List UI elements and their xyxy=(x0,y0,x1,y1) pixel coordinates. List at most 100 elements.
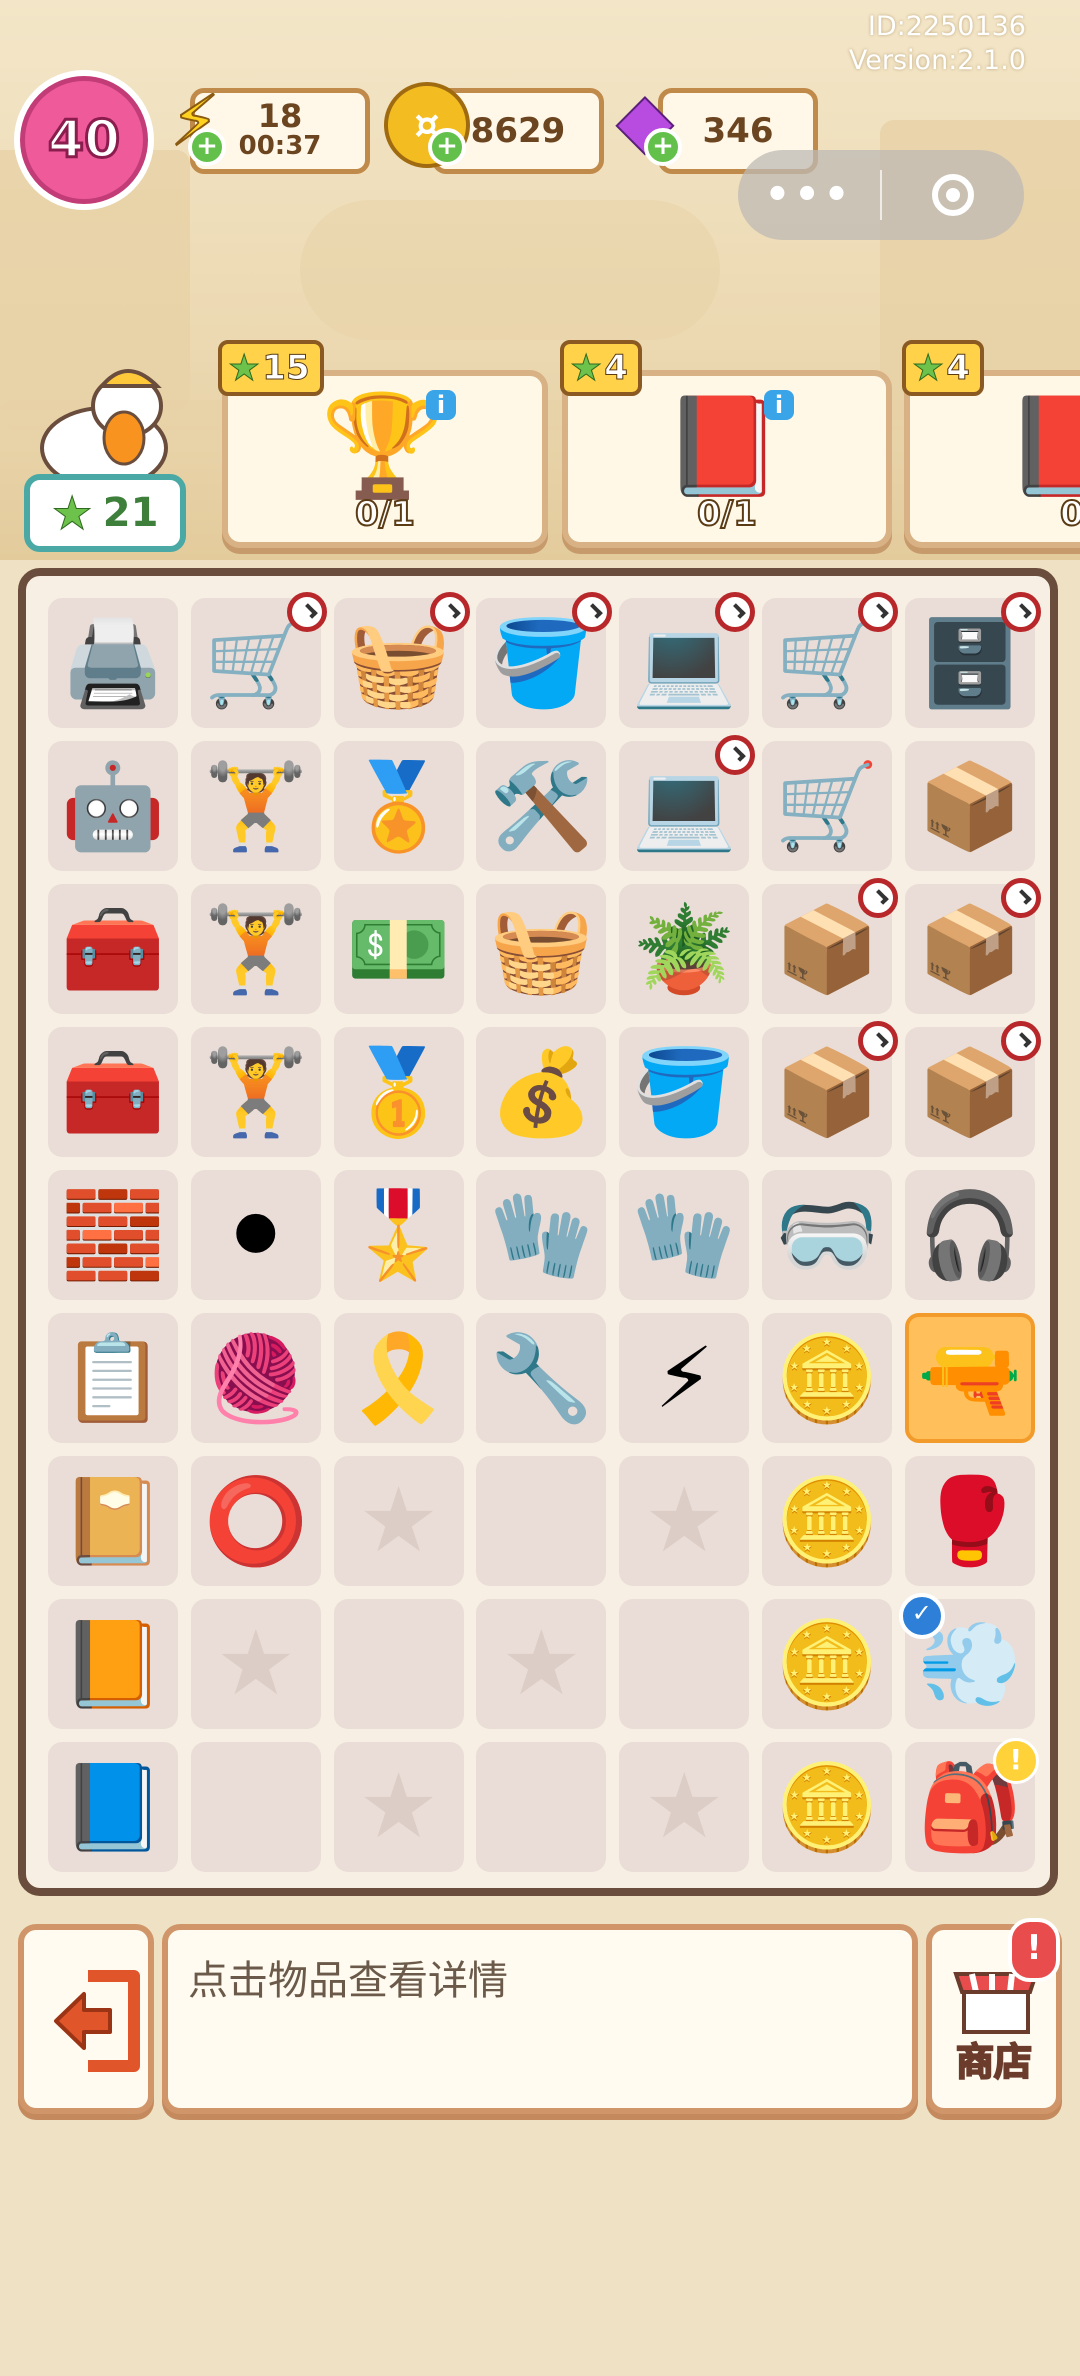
player-stars-badge[interactable]: ★ 21 xyxy=(24,474,186,552)
add-gems-button[interactable]: + xyxy=(644,128,682,166)
energy-timer: 00:37 xyxy=(238,131,322,161)
empty-cell[interactable] xyxy=(476,1456,607,1586)
empty-cell[interactable] xyxy=(476,1742,607,1872)
weight-plates-item[interactable]: ⚫ xyxy=(190,1170,321,1300)
robot-vacuum-item[interactable]: 🤖 xyxy=(48,741,178,871)
hint-text: 点击物品查看详情 xyxy=(188,1958,508,2004)
gift-box-item[interactable]: 📦 xyxy=(904,741,1035,871)
backpack-item[interactable]: 🎒! xyxy=(904,1738,1039,1872)
timer-icon xyxy=(858,1021,898,1061)
light-glove-icon: 🧤 xyxy=(631,1186,737,1284)
card-book-2-item[interactable]: 📙 xyxy=(48,1599,178,1729)
level-number: 40 xyxy=(46,109,121,172)
cabinet-item[interactable]: 🗄️ xyxy=(904,592,1041,728)
timer-icon xyxy=(1000,592,1041,632)
exit-button[interactable] xyxy=(18,1924,154,2114)
laptop-item[interactable]: 💻 xyxy=(619,735,756,871)
shop-button[interactable]: 商店 ! xyxy=(926,1918,1062,2114)
shop-alert-badge: ! xyxy=(1008,1918,1060,1982)
printer-item[interactable]: 🖨️ xyxy=(48,598,178,728)
ribbon-badge-item[interactable]: 🎗️ xyxy=(333,1313,464,1443)
laptop-item[interactable]: 💻 xyxy=(619,592,756,728)
task-card-3[interactable]: 📕 0/1 xyxy=(904,370,1080,548)
green-glove-item[interactable]: 🧤 xyxy=(476,1170,607,1300)
locked-cell[interactable]: ★ xyxy=(333,1742,464,1872)
sprout-pot-item[interactable]: 🪴 xyxy=(619,884,750,1014)
locked-cell[interactable]: ★ xyxy=(619,1456,750,1586)
card-book-5-item[interactable]: 📘 xyxy=(48,1742,178,1872)
money-bag-item[interactable]: 💰 xyxy=(476,1027,607,1157)
gift-box-item[interactable]: 📦 xyxy=(904,878,1041,1014)
add-coins-button[interactable]: + xyxy=(428,128,466,166)
empty-cell[interactable] xyxy=(333,1599,464,1729)
gift-box-icon: 📦 xyxy=(774,900,880,998)
energy-orb-item[interactable]: ⚡ xyxy=(619,1313,750,1443)
hair-dryer-item[interactable]: 💨 ✓ xyxy=(898,1593,1035,1729)
more-menu-button[interactable]: ••• xyxy=(738,172,880,218)
tool-basket-item[interactable]: 🧺 xyxy=(476,884,607,1014)
flower-basket-item[interactable]: 🧺 xyxy=(333,592,470,728)
level-badge[interactable]: 40 xyxy=(14,70,154,210)
crown-medal-item[interactable]: 🏅 xyxy=(333,741,464,871)
exercise-machine-item[interactable]: 🏋️ xyxy=(190,884,321,1014)
tool-bucket-item[interactable]: 🪣 xyxy=(476,592,613,728)
coins-item[interactable]: 🪙 xyxy=(762,1742,892,1872)
coins-item[interactable]: 🪙 xyxy=(762,1313,892,1443)
task-card-2[interactable]: 📕 i 0/1 xyxy=(562,370,892,548)
wheelbarrow-item[interactable]: 🛠️ xyxy=(476,741,607,871)
award-badge-item[interactable]: 🎖️ xyxy=(333,1170,464,1300)
massage-gun-item[interactable]: 🔫 xyxy=(904,1313,1035,1443)
close-miniapp-button[interactable] xyxy=(882,174,1024,216)
light-glove-item[interactable]: 🧤 xyxy=(619,1170,750,1300)
handlebar-item[interactable]: 🔧 xyxy=(476,1313,607,1443)
empty-cell[interactable] xyxy=(190,1742,321,1872)
equipment-cart-icon: 🛒 xyxy=(203,614,309,712)
chart-paper-item[interactable]: 📋 xyxy=(48,1313,178,1443)
locked-cell[interactable]: ★ xyxy=(190,1599,321,1729)
boxing-glove-item[interactable]: 🥊 xyxy=(904,1456,1035,1586)
task-progress: 0/1 xyxy=(696,493,758,535)
money-pile-item[interactable]: 💵 xyxy=(333,884,464,1014)
equipment-cart-item[interactable]: 🛒 xyxy=(190,592,327,728)
headphones-item[interactable]: 🎧 xyxy=(904,1170,1035,1300)
gift-box-icon: 📦 xyxy=(774,1043,880,1141)
add-energy-button[interactable]: + xyxy=(188,128,226,166)
star-placeholder-icon: ★ xyxy=(501,1611,582,1716)
exit-icon xyxy=(54,1970,140,2072)
gift-box-item[interactable]: 📦 xyxy=(762,1021,898,1157)
toolkit-item[interactable]: 🧰 xyxy=(48,1027,178,1157)
dumbbell-item[interactable]: 🏋️ xyxy=(190,1027,321,1157)
gift-box-item[interactable]: 📦 xyxy=(762,878,898,1014)
coin-stack-item[interactable]: 🪙 xyxy=(762,1599,892,1729)
chart-paper-icon: 📋 xyxy=(60,1329,166,1427)
info-icon[interactable]: i xyxy=(426,390,456,420)
empty-pot-item[interactable]: 🪣 xyxy=(619,1027,750,1157)
empty-cell[interactable] xyxy=(619,1599,750,1729)
task-reward-badge: ★ 15 xyxy=(218,340,324,396)
shopping-cart-item[interactable]: 🛒 xyxy=(762,592,898,728)
info-icon[interactable]: i xyxy=(764,390,794,420)
bricks-icon: 🧱 xyxy=(60,1186,166,1284)
star-placeholder-icon: ★ xyxy=(358,1468,439,1573)
gift-box-item[interactable]: 📦 xyxy=(904,1021,1041,1157)
vr-headset-item[interactable]: 🥽 xyxy=(762,1170,892,1300)
shop-label: 商店 xyxy=(955,2039,1033,2085)
checkmark-icon: ✓ xyxy=(898,1593,945,1639)
toolkit-item[interactable]: 🧰 xyxy=(48,884,178,1014)
card-book-item[interactable]: 📔 xyxy=(48,1456,178,1586)
task-card-1[interactable]: 🏆 i 0/1 xyxy=(222,370,548,548)
locked-cell[interactable]: ★ xyxy=(476,1599,607,1729)
shopping-cart-item[interactable]: 🛒 xyxy=(762,741,892,871)
bench-press-item[interactable]: 🏋️ xyxy=(190,741,321,871)
locked-cell[interactable]: ★ xyxy=(619,1742,750,1872)
task-reward-value: 4 xyxy=(604,348,629,389)
yarn-mat-item[interactable]: 🧶 xyxy=(190,1313,321,1443)
hoop-item[interactable]: ⭕ xyxy=(190,1456,321,1586)
coin-heap-item[interactable]: 🪙 xyxy=(762,1456,892,1586)
star-icon: ★ xyxy=(51,486,93,541)
gold-medal-item[interactable]: 🥇 xyxy=(333,1027,464,1157)
timer-icon xyxy=(858,592,898,632)
headphones-icon: 🎧 xyxy=(917,1186,1023,1284)
bricks-item[interactable]: 🧱 xyxy=(48,1170,178,1300)
locked-cell[interactable]: ★ xyxy=(333,1456,464,1586)
